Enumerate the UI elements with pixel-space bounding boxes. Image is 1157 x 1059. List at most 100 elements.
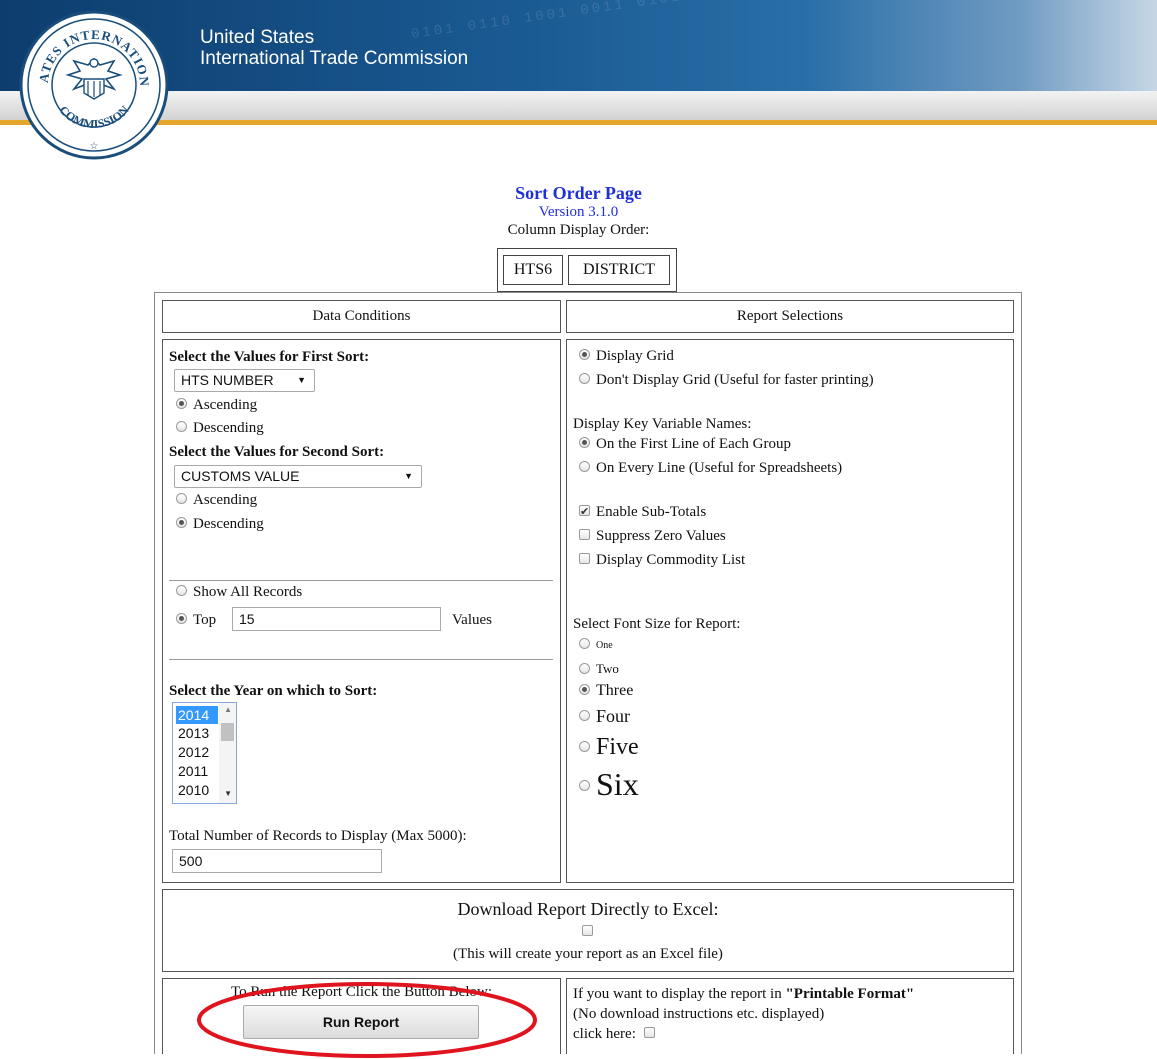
report-selections-header: Report Selections bbox=[566, 300, 1014, 333]
printable-line3[interactable]: click here: bbox=[573, 1024, 661, 1044]
font-size-five-option[interactable]: Five bbox=[579, 733, 639, 761]
radio-second-sort-descending[interactable] bbox=[176, 517, 187, 529]
org-name-line1: United States bbox=[200, 27, 315, 48]
show-all-records-label: Show All Records bbox=[193, 584, 303, 600]
font-three-label: Three bbox=[596, 682, 634, 699]
suppress-zero-option[interactable]: Suppress Zero Values bbox=[579, 526, 726, 546]
top-records-option[interactable]: Top bbox=[176, 610, 216, 630]
column-display-order: HTS6 DISTRICT bbox=[497, 248, 677, 292]
radio-key-every-line[interactable] bbox=[579, 461, 590, 473]
radio-font-one[interactable] bbox=[579, 638, 590, 650]
checkbox-enable-subtotals[interactable] bbox=[579, 502, 590, 522]
scroll-down-icon[interactable]: ▼ bbox=[224, 789, 232, 798]
key-first-line-label: On the First Line of Each Group bbox=[596, 436, 791, 452]
key-names-first-line-option[interactable]: On the First Line of Each Group bbox=[579, 434, 791, 454]
scroll-up-icon[interactable]: ▲ bbox=[224, 705, 232, 714]
first-sort-select[interactable]: HTS NUMBER ▼ bbox=[174, 369, 315, 392]
first-sort-value: HTS NUMBER bbox=[181, 372, 274, 388]
second-sort-select[interactable]: CUSTOMS VALUE ▼ bbox=[174, 465, 422, 488]
font-four-label: Four bbox=[596, 706, 631, 726]
excel-download-note: (This will create your report as an Exce… bbox=[453, 946, 723, 962]
first-sort-label: Select the Values for First Sort: bbox=[169, 349, 370, 365]
column-order-item-hts6: HTS6 bbox=[503, 255, 563, 285]
radio-show-all-records[interactable] bbox=[176, 585, 187, 597]
column-order-item-district: DISTRICT bbox=[568, 255, 670, 285]
no-grid-option[interactable]: Don't Display Grid (Useful for faster pr… bbox=[579, 370, 874, 390]
page-heading: Sort Order Page Version 3.1.0 Column Dis… bbox=[0, 183, 1157, 239]
font-five-label: Five bbox=[596, 734, 639, 760]
display-grid-option[interactable]: Display Grid bbox=[579, 346, 674, 366]
printable-format-emphasis: "Printable Format" bbox=[785, 986, 915, 1002]
radio-font-three[interactable] bbox=[579, 683, 590, 695]
show-all-records-option[interactable]: Show All Records bbox=[176, 582, 302, 602]
font-size-two-option[interactable]: Two bbox=[579, 659, 619, 679]
printable-line1: If you want to display the report in "Pr… bbox=[573, 984, 914, 1004]
red-annotation-circle bbox=[197, 982, 537, 1058]
checkbox-excel-download[interactable] bbox=[582, 925, 593, 937]
checkbox-suppress-zero[interactable] bbox=[579, 529, 590, 541]
font-size-label: Select Font Size for Report: bbox=[573, 616, 741, 632]
sort-year-label: Select the Year on which to Sort: bbox=[169, 683, 378, 699]
suppress-zero-label: Suppress Zero Values bbox=[596, 528, 726, 544]
key-names-label: Display Key Variable Names: bbox=[573, 416, 752, 432]
listbox-scrollbar[interactable] bbox=[219, 703, 236, 803]
total-records-input[interactable]: 500 bbox=[172, 849, 382, 873]
divider bbox=[169, 659, 553, 660]
radio-second-sort-ascending[interactable] bbox=[176, 493, 187, 505]
font-one-label: One bbox=[596, 640, 613, 651]
printable-click-here-label: click here: bbox=[573, 1026, 636, 1042]
svg-text:☆: ☆ bbox=[90, 141, 99, 152]
org-name-line2: International Trade Commission bbox=[200, 48, 469, 69]
no-grid-label: Don't Display Grid (Useful for faster pr… bbox=[596, 372, 874, 388]
radio-font-four[interactable] bbox=[579, 710, 590, 722]
page-title: Sort Order Page bbox=[515, 183, 642, 203]
excel-download-checkbox-wrap[interactable] bbox=[582, 922, 599, 942]
year-option[interactable]: 2012 bbox=[176, 743, 218, 761]
radio-font-six[interactable] bbox=[579, 780, 590, 792]
radio-font-two[interactable] bbox=[579, 662, 590, 674]
top-values-input[interactable]: 15 bbox=[232, 607, 441, 631]
font-size-three-option[interactable]: Three bbox=[579, 681, 633, 701]
commodity-list-option[interactable]: Display Commodity List bbox=[579, 550, 745, 570]
font-size-six-option[interactable]: Six bbox=[579, 766, 639, 802]
org-name[interactable]: United States International Trade Commis… bbox=[200, 27, 468, 69]
usitc-seal-logo[interactable]: UNITED STATES INTERNATIONAL TRADE COMMIS… bbox=[18, 9, 170, 161]
top-records-label: Top bbox=[193, 612, 217, 628]
second-sort-descending[interactable]: Descending bbox=[176, 514, 264, 534]
year-option[interactable]: 2013 bbox=[176, 724, 218, 742]
key-every-line-label: On Every Line (Useful for Spreadsheets) bbox=[596, 460, 843, 476]
radio-first-sort-descending[interactable] bbox=[176, 421, 187, 433]
radio-first-sort-ascending[interactable] bbox=[176, 398, 187, 410]
first-sort-descending[interactable]: Descending bbox=[176, 418, 264, 438]
font-size-four-option[interactable]: Four bbox=[579, 706, 630, 726]
radio-key-first-line[interactable] bbox=[579, 437, 590, 449]
radio-font-five[interactable] bbox=[579, 740, 590, 752]
radio-display-grid[interactable] bbox=[579, 349, 590, 361]
display-grid-label: Display Grid bbox=[596, 348, 674, 364]
key-names-every-line-option[interactable]: On Every Line (Useful for Spreadsheets) bbox=[579, 458, 842, 478]
font-size-one-option[interactable]: One bbox=[579, 636, 613, 656]
sort-year-listbox[interactable]: 2014 2013 2012 2011 2010 ▲ ▼ bbox=[172, 702, 237, 804]
printable-line1-text: If you want to display the report in bbox=[573, 986, 786, 1002]
year-option[interactable]: 2014 bbox=[176, 706, 218, 724]
first-sort-descending-label: Descending bbox=[193, 420, 264, 436]
values-label: Values bbox=[452, 612, 492, 628]
checkbox-commodity-list[interactable] bbox=[579, 553, 590, 565]
excel-download-title: Download Report Directly to Excel: bbox=[457, 899, 719, 919]
header-grey-band bbox=[0, 91, 1157, 123]
first-sort-ascending[interactable]: Ascending bbox=[176, 395, 257, 415]
second-sort-value: CUSTOMS VALUE bbox=[181, 468, 300, 484]
second-sort-label: Select the Values for Second Sort: bbox=[169, 444, 385, 460]
font-two-label: Two bbox=[596, 661, 619, 676]
commodity-list-label: Display Commodity List bbox=[596, 552, 746, 568]
listbox-scroll-thumb[interactable] bbox=[221, 723, 234, 741]
radio-top-records[interactable] bbox=[176, 613, 187, 625]
enable-subtotals-option[interactable]: Enable Sub-Totals bbox=[579, 502, 706, 522]
printable-line2: (No download instructions etc. displayed… bbox=[573, 1006, 825, 1022]
second-sort-ascending[interactable]: Ascending bbox=[176, 490, 257, 510]
checkbox-printable-format[interactable] bbox=[643, 1027, 655, 1039]
site-header: 0101 0110 1001 0011 0101 United States I… bbox=[0, 0, 1157, 132]
radio-no-grid[interactable] bbox=[579, 373, 590, 385]
year-option[interactable]: 2011 bbox=[176, 762, 218, 780]
year-option[interactable]: 2010 bbox=[176, 781, 218, 799]
